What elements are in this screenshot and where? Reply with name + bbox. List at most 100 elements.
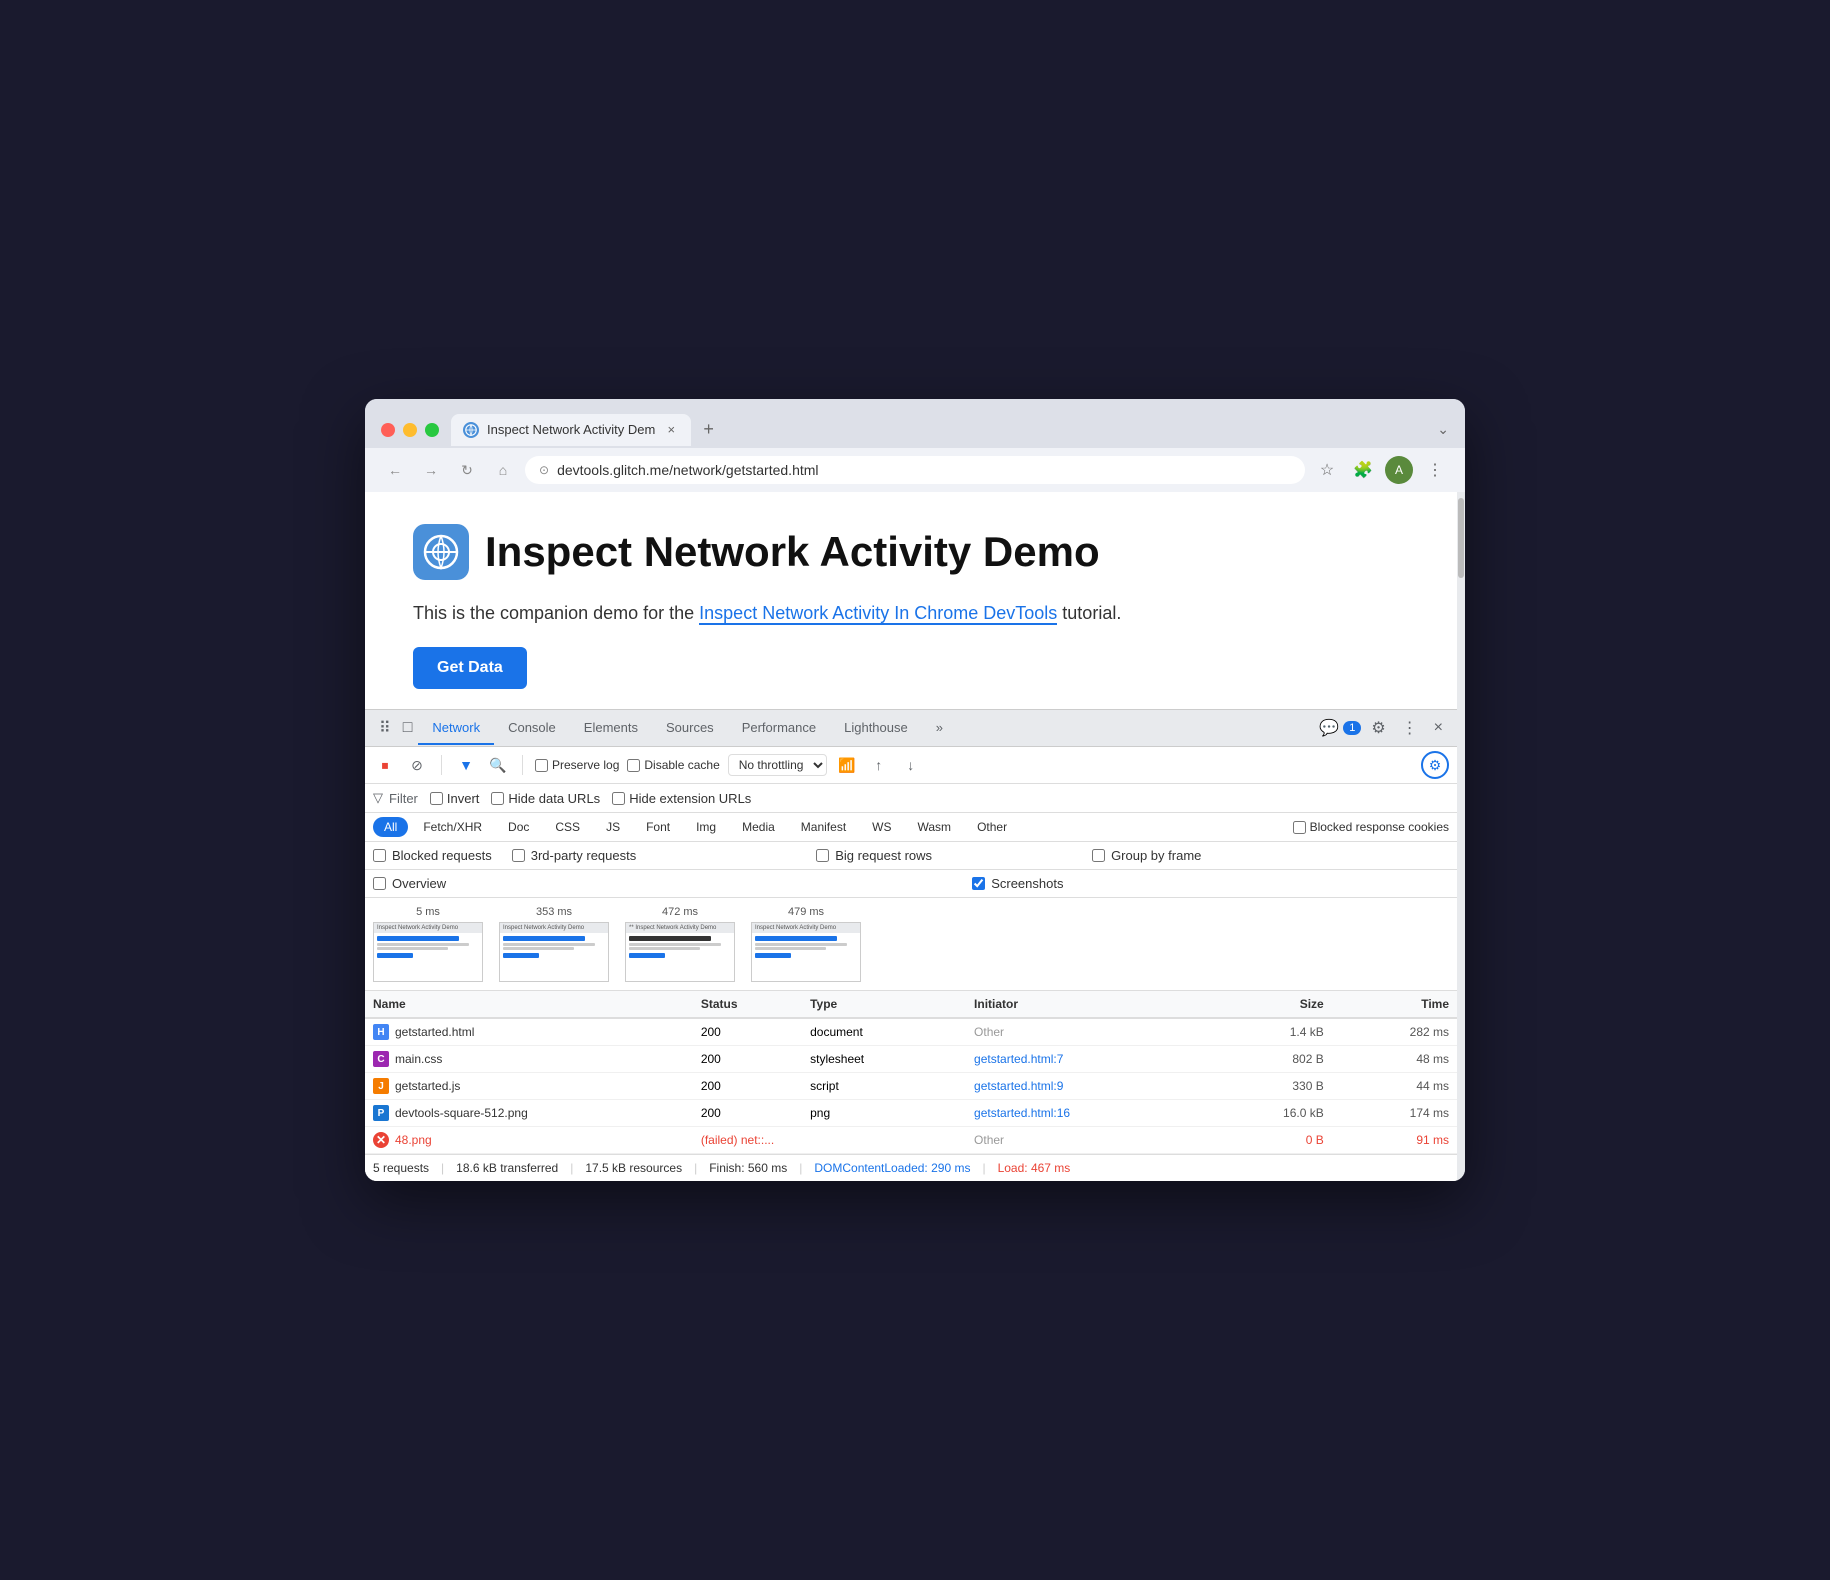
tab-network[interactable]: Network <box>418 712 494 745</box>
user-avatar[interactable]: A <box>1385 456 1413 484</box>
hide-data-checkbox[interactable]: Hide data URLs <box>491 791 600 806</box>
col-header-initiator[interactable]: Initiator <box>974 997 1193 1011</box>
stop-recording-button[interactable]: ⏹ <box>373 753 397 777</box>
browser-more-button[interactable]: ⋮ <box>1421 456 1449 484</box>
screenshots-checkbox[interactable] <box>972 877 985 890</box>
group-frame-checkbox[interactable] <box>1092 849 1105 862</box>
devtools-inspect-icon[interactable]: □ <box>397 711 419 745</box>
col-header-size[interactable]: Size <box>1193 997 1340 1011</box>
forward-button[interactable]: → <box>417 456 445 484</box>
table-row[interactable]: ✕ 48.png (failed) net::... Other 0 B 91 … <box>365 1127 1457 1154</box>
extensions-button[interactable]: 🧩 <box>1349 456 1377 484</box>
type-filter-fetchxhr[interactable]: Fetch/XHR <box>412 817 493 837</box>
col-header-time[interactable]: Time <box>1340 997 1449 1011</box>
filter-button[interactable]: ▼ <box>454 753 478 777</box>
col-header-name[interactable]: Name <box>373 997 701 1011</box>
traffic-lights <box>381 423 439 437</box>
bookmark-button[interactable]: ☆ <box>1313 456 1341 484</box>
tutorial-link[interactable]: Inspect Network Activity In Chrome DevTo… <box>699 603 1057 625</box>
clear-button[interactable]: ⊘ <box>405 753 429 777</box>
get-data-button[interactable]: Get Data <box>413 647 527 689</box>
browser-tab[interactable]: Inspect Network Activity Dem × <box>451 414 691 446</box>
third-party-checkbox[interactable] <box>512 849 525 862</box>
group-frame-option[interactable]: Group by frame <box>1092 848 1201 863</box>
row-type: png <box>810 1106 974 1120</box>
minimize-button[interactable] <box>403 423 417 437</box>
disable-cache-input[interactable] <box>627 759 640 772</box>
tab-chevron-icon[interactable]: ⌄ <box>1437 421 1449 438</box>
tab-lighthouse[interactable]: Lighthouse <box>830 712 922 745</box>
address-bar[interactable]: ⊙ devtools.glitch.me/network/getstarted.… <box>525 456 1305 484</box>
maximize-button[interactable] <box>425 423 439 437</box>
type-filter-manifest[interactable]: Manifest <box>790 817 857 837</box>
table-row[interactable]: P devtools-square-512.png 200 png getsta… <box>365 1100 1457 1127</box>
hide-ext-checkbox[interactable]: Hide extension URLs <box>612 791 751 806</box>
type-filter-img[interactable]: Img <box>685 817 727 837</box>
tab-performance[interactable]: Performance <box>728 712 830 745</box>
search-button[interactable]: 🔍 <box>486 753 510 777</box>
row-status: 200 <box>701 1052 810 1066</box>
invert-checkbox[interactable]: Invert <box>430 791 480 806</box>
type-filter-media[interactable]: Media <box>731 817 786 837</box>
overview-checkbox[interactable] <box>373 877 386 890</box>
devtools-more-button[interactable]: ⋮ <box>1396 712 1424 744</box>
type-filter-other[interactable]: Other <box>966 817 1018 837</box>
type-filter-js[interactable]: JS <box>595 817 631 837</box>
col-header-status[interactable]: Status <box>701 997 810 1011</box>
type-filter-all[interactable]: All <box>373 817 408 837</box>
screenshot-thumbnail[interactable]: Inspect Network Activity Demo <box>373 922 483 982</box>
screenshots-option[interactable]: Screenshots <box>972 876 1063 891</box>
overview-option[interactable]: Overview <box>373 876 446 891</box>
screenshot-thumbnail[interactable]: ** Inspect Network Activity Demo <box>625 922 735 982</box>
new-tab-button[interactable]: + <box>695 411 722 448</box>
col-header-type[interactable]: Type <box>810 997 974 1011</box>
initiator-link[interactable]: getstarted.html:7 <box>974 1052 1063 1066</box>
hide-ext-input[interactable] <box>612 792 625 805</box>
devtools-cursor-icon[interactable]: ⠿ <box>373 710 397 746</box>
type-filter-font[interactable]: Font <box>635 817 681 837</box>
blocked-cookies-checkbox[interactable] <box>1293 821 1306 834</box>
hide-data-input[interactable] <box>491 792 504 805</box>
tab-sources[interactable]: Sources <box>652 712 728 745</box>
online-icon[interactable]: 📶 <box>835 753 859 777</box>
tab-close-button[interactable]: × <box>663 422 679 438</box>
table-row[interactable]: J getstarted.js 200 script getstarted.ht… <box>365 1073 1457 1100</box>
throttle-select[interactable]: No throttling <box>728 754 827 776</box>
back-button[interactable]: ← <box>381 456 409 484</box>
initiator-link[interactable]: getstarted.html:16 <box>974 1106 1070 1120</box>
type-filter-doc[interactable]: Doc <box>497 817 540 837</box>
reload-button[interactable]: ↻ <box>453 456 481 484</box>
close-button[interactable] <box>381 423 395 437</box>
blocked-requests-checkbox[interactable] <box>373 849 386 862</box>
tab-elements[interactable]: Elements <box>570 712 652 745</box>
devtools-settings-button[interactable]: ⚙ <box>1365 712 1391 744</box>
preserve-log-checkbox[interactable]: Preserve log <box>535 758 619 772</box>
scrollbar-thumb[interactable] <box>1458 498 1464 578</box>
big-rows-option[interactable]: Big request rows <box>816 848 932 863</box>
preserve-log-input[interactable] <box>535 759 548 772</box>
export-button[interactable]: ↓ <box>899 753 923 777</box>
tab-console[interactable]: Console <box>494 712 570 745</box>
import-button[interactable]: ↑ <box>867 753 891 777</box>
blocked-requests-option[interactable]: Blocked requests <box>373 848 492 863</box>
row-time: 48 ms <box>1340 1052 1449 1066</box>
initiator-link[interactable]: getstarted.html:9 <box>974 1079 1063 1093</box>
filename: main.css <box>395 1052 442 1066</box>
big-rows-checkbox[interactable] <box>816 849 829 862</box>
disable-cache-checkbox[interactable]: Disable cache <box>627 758 719 772</box>
devtools-close-button[interactable]: × <box>1428 713 1449 743</box>
type-filter-ws[interactable]: WS <box>861 817 902 837</box>
home-button[interactable]: ⌂ <box>489 456 517 484</box>
invert-input[interactable] <box>430 792 443 805</box>
network-settings-icon[interactable]: ⚙ <box>1421 751 1449 779</box>
table-row[interactable]: H getstarted.html 200 document Other 1.4… <box>365 1019 1457 1046</box>
third-party-option[interactable]: 3rd-party requests <box>512 848 637 863</box>
tab-more[interactable]: » <box>922 712 957 745</box>
screenshot-thumbnail[interactable]: Inspect Network Activity Demo <box>499 922 609 982</box>
table-row[interactable]: C main.css 200 stylesheet getstarted.htm… <box>365 1046 1457 1073</box>
scrollbar[interactable] <box>1457 492 1465 1181</box>
page-icon <box>413 524 469 580</box>
type-filter-css[interactable]: CSS <box>544 817 591 837</box>
screenshot-thumbnail[interactable]: Inspect Network Activity Demo <box>751 922 861 982</box>
type-filter-wasm[interactable]: Wasm <box>907 817 963 837</box>
